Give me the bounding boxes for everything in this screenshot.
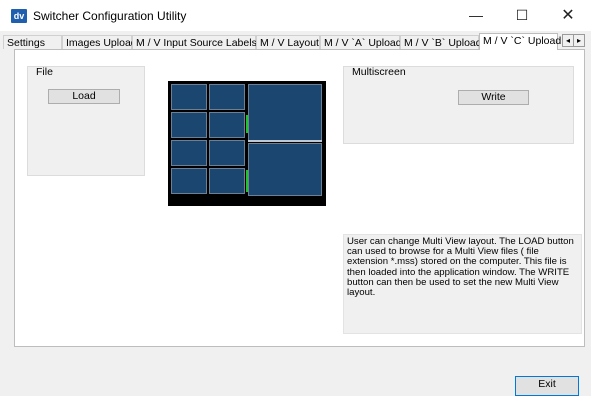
minimize-button[interactable]: — xyxy=(453,0,499,31)
tab-mv-b-upload[interactable]: M / V `B` Upload xyxy=(400,35,482,49)
tab-mv-layout[interactable]: M / V Layout xyxy=(256,35,320,49)
multiscreen-group-legend: Multiscreen xyxy=(352,66,406,78)
exit-button[interactable]: Exit xyxy=(515,376,579,396)
file-group-legend: File xyxy=(36,66,53,78)
preview-tile xyxy=(171,140,207,166)
preview-tile-large xyxy=(248,84,322,141)
preview-tile xyxy=(209,140,245,166)
app-logo-icon: dv xyxy=(11,9,27,23)
description-textbox[interactable]: User can change Multi View layout. The L… xyxy=(343,234,582,334)
preview-tile-large xyxy=(248,143,322,196)
tab-panel-mv-c-upload: File Load Multiscreen Write User can cha… xyxy=(14,49,585,347)
preview-tile xyxy=(209,112,245,138)
multiscreen-groupbox: Multiscreen Write xyxy=(343,66,574,144)
tally-indicator xyxy=(246,170,248,192)
close-button[interactable]: ✕ xyxy=(545,0,591,31)
preview-tile xyxy=(171,112,207,138)
load-button[interactable]: Load xyxy=(48,89,120,104)
tab-mv-c-upload[interactable]: M / V `C` Upload xyxy=(479,33,561,50)
tab-strip: Settings Images Upload M / V Input Sourc… xyxy=(0,33,591,50)
maximize-button[interactable]: ☐ xyxy=(499,0,545,31)
preview-tile xyxy=(209,84,245,110)
window-title: Switcher Configuration Utility xyxy=(33,9,187,23)
multiview-layout-preview xyxy=(168,81,326,206)
tab-mv-input-source-labels[interactable]: M / V Input Source Labels xyxy=(132,35,257,49)
preview-tile xyxy=(171,84,207,110)
tab-images-upload[interactable]: Images Upload xyxy=(62,35,137,49)
tab-scroll-right-icon[interactable]: ▸ xyxy=(573,34,585,47)
tab-mv-a-upload[interactable]: M / V `A` Upload xyxy=(320,35,402,49)
file-groupbox: File Load xyxy=(27,66,145,176)
preview-tile xyxy=(209,168,245,194)
write-button[interactable]: Write xyxy=(458,90,529,105)
title-bar: dv Switcher Configuration Utility — ☐ ✕ xyxy=(0,0,591,31)
preview-tile xyxy=(171,168,207,194)
preview-divider xyxy=(248,140,322,142)
tab-settings[interactable]: Settings xyxy=(3,35,62,49)
tally-indicator xyxy=(246,115,248,133)
